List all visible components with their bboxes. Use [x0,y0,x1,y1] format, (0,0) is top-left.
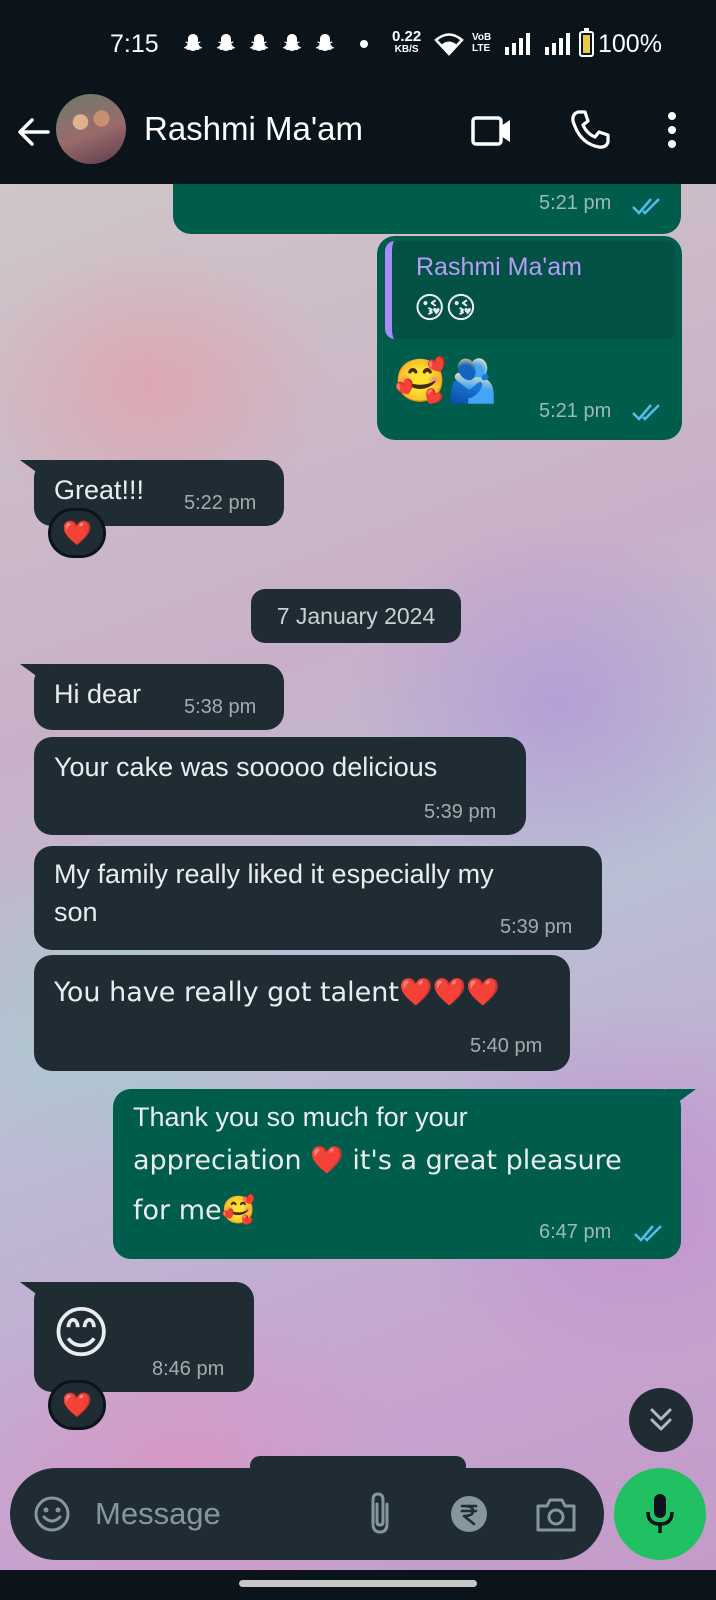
message-text: Hi dear [54,679,142,709]
message-text-line: Thank you so much for your [133,1102,468,1132]
heart-reaction-icon: ❤️ [62,519,92,547]
mic-icon [646,1494,674,1533]
message-incoming[interactable]: Your cake was sooooo delicious 5:39 pm [34,737,526,835]
message-composer [10,1468,604,1560]
message-outgoing[interactable]: Thank you so much for your appreciation … [113,1089,681,1259]
bubble-tail [20,1282,50,1304]
snapchat-icon [216,34,236,51]
read-ticks-icon [632,404,660,421]
heart-reaction-icon: ❤️ [62,1391,92,1419]
emoji-icon[interactable] [32,1494,72,1534]
message-time: 5:40 pm [470,1035,543,1057]
message-input[interactable] [95,1494,345,1534]
message-incoming[interactable]: My family really liked it especially my … [34,846,602,950]
video-call-icon[interactable] [470,110,514,150]
status-bar: 7:15 0.22 KB/S VoB LTE 100% [0,0,716,88]
message-text: Great!!! [54,475,145,505]
contact-avatar[interactable] [56,94,126,164]
wifi-icon [434,33,464,56]
message-incoming[interactable]: Hi dear 5:38 pm [34,664,284,730]
volte-line2: LTE [472,43,491,54]
message-time: 5:22 pm [184,492,257,514]
net-speed-value: 0.22 [392,28,422,45]
chat-area[interactable]: 5:21 pm Rashmi Ma'am 😘😘 🥰🫂 5:21 pm Great… [0,184,716,1570]
phone-icon[interactable] [568,108,612,152]
notification-dot [360,40,368,48]
chat-header: Rashmi Ma'am [0,88,716,184]
snapchat-icon [282,34,302,51]
message-text-line: son [54,897,98,927]
quote-text: 😘😘 [414,291,477,326]
message-time: 5:38 pm [184,696,257,718]
chevron-double-down-icon [650,1408,672,1431]
status-time: 7:15 [110,30,159,58]
reaction-badge[interactable]: ❤️ [48,508,106,558]
message-text-line: for me🥰 [133,1195,256,1226]
quote-author: Rashmi Ma'am [416,253,582,281]
message-text: You have really got talent❤️❤️❤️ [54,977,500,1008]
date-separator: 7 January 2024 [251,589,461,643]
message-time: 6:47 pm [539,1221,612,1243]
notification-icons [180,32,338,56]
message-text: 😊 [52,1301,111,1366]
message-incoming[interactable]: 😊 8:46 pm [34,1282,254,1392]
message-outgoing[interactable]: 5:21 pm [173,184,681,234]
net-speed-unit: KB/S [394,44,419,55]
back-arrow-icon[interactable] [14,112,54,152]
signal-icon [505,33,530,55]
rupee-icon[interactable] [449,1494,489,1534]
camera-icon[interactable] [534,1494,578,1534]
message-text-line: My family really liked it especially my [54,859,494,889]
snapchat-icon [183,34,203,51]
message-time: 5:39 pm [500,916,573,938]
read-ticks-icon [634,1225,662,1242]
battery-icon [579,28,594,57]
snapchat-icon [249,34,269,51]
message-time: 5:39 pm [424,801,497,823]
volte-line1: VoB [472,32,492,43]
reply-quote[interactable]: Rashmi Ma'am 😘😘 [385,241,675,339]
snapchat-icon [315,34,335,51]
bubble-tail [20,460,50,482]
message-time: 8:46 pm [152,1358,225,1380]
message-text: 🥰🫂 [394,356,499,405]
system-nav-bar [0,1570,716,1600]
message-incoming[interactable]: You have really got talent❤️❤️❤️ 5:40 pm [34,955,570,1071]
signal-icon [545,33,570,55]
bubble-tail [666,1089,696,1111]
bubble-tail [20,664,50,686]
battery-percent: 100% [598,30,662,58]
attach-icon[interactable] [365,1490,395,1538]
voice-message-button[interactable] [614,1468,706,1560]
reaction-badge[interactable]: ❤️ [48,1380,106,1430]
message-time: 5:21 pm [539,192,612,214]
message-text-line: appreciation ❤️ it's a great pleasure [133,1145,622,1176]
contact-name[interactable]: Rashmi Ma'am [144,110,363,148]
read-ticks-icon [632,198,660,215]
message-text: Your cake was sooooo delicious [54,752,438,782]
more-vertical-icon[interactable] [660,108,684,152]
net-speed: 0.22 KB/S [392,28,422,56]
home-indicator[interactable] [239,1580,477,1587]
volte-indicator: VoB LTE [472,32,491,54]
message-time: 5:21 pm [539,400,612,422]
scroll-to-bottom-button[interactable] [629,1388,693,1452]
